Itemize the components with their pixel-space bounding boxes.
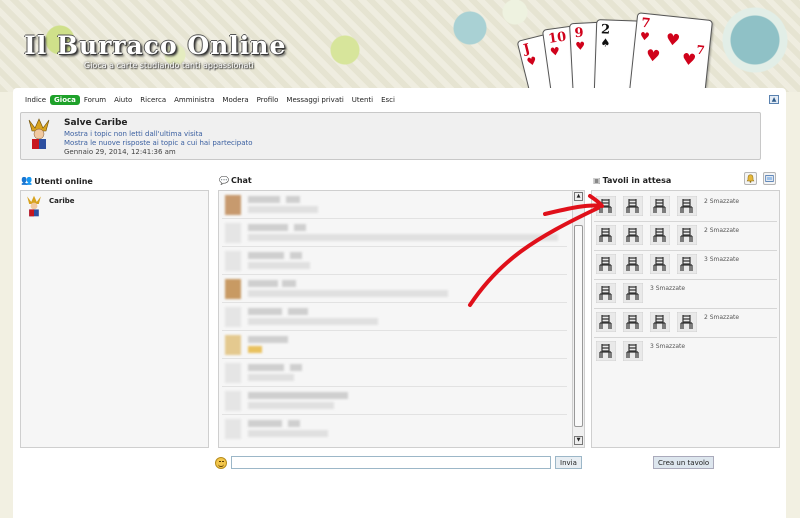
- new-replies-link[interactable]: Mostra le nuove risposte ai topic a cui …: [64, 139, 253, 148]
- nav-gioca[interactable]: Gioca: [50, 95, 80, 105]
- chat-bubble-icon: 💬: [219, 176, 229, 185]
- table-rounds-label: 2 Smazzate: [704, 314, 740, 321]
- arrow-up-icon: ▲: [576, 193, 581, 199]
- chat-input-bar: Invia: [215, 456, 582, 469]
- welcome-box: Salve Caribe Mostra i topic non letti da…: [20, 112, 761, 160]
- chat-message: [222, 277, 567, 303]
- main-nav: Indice Gioca Forum Aiuto Ricerca Amminis…: [21, 94, 399, 106]
- unread-topics-link[interactable]: Mostra i topic non letti dall'ultima vis…: [64, 130, 253, 139]
- chat-message-input[interactable]: [231, 456, 551, 469]
- waiting-table-row[interactable]: 2 Smazzate: [594, 222, 777, 251]
- online-user-name: Caribe: [49, 197, 75, 205]
- chair-icon[interactable]: [623, 283, 643, 303]
- nav-esci[interactable]: Esci: [377, 95, 399, 105]
- site-title[interactable]: Il Burraco Online: [24, 31, 286, 60]
- site-tagline: Gioca a carte studiando tanti appassiona…: [84, 61, 254, 70]
- card-seven: 7 ♥ ♥ ♥ ♥ 7: [629, 12, 713, 92]
- smiley-icon[interactable]: [215, 456, 227, 469]
- nav-profilo[interactable]: Profilo: [253, 95, 283, 105]
- users-icon: 👥: [21, 176, 33, 186]
- create-table-button[interactable]: Crea un tavolo: [653, 456, 715, 469]
- table-rounds-label: 2 Smazzate: [704, 227, 740, 234]
- nav-messaggi-privati[interactable]: Messaggi privati: [282, 95, 347, 105]
- chair-icon[interactable]: [623, 225, 643, 245]
- chair-icon[interactable]: [677, 254, 697, 274]
- chair-icon[interactable]: [677, 312, 697, 332]
- chat-message: [222, 361, 567, 387]
- user-avatar-icon: [27, 195, 41, 217]
- waiting-table-row[interactable]: 3 Smazzate: [594, 338, 777, 367]
- chat-message: [222, 417, 567, 443]
- users-online-header: 👥 Utenti online: [21, 176, 93, 186]
- chair-icon[interactable]: [623, 341, 643, 361]
- chat-title: Chat: [230, 176, 252, 185]
- waiting-tables-header: ▣ Tavoli in attesa: [593, 176, 671, 185]
- waiting-tables-title: Tavoli in attesa: [602, 176, 672, 185]
- waiting-table-row[interactable]: 2 Smazzate: [594, 309, 777, 338]
- playing-cards-decoration: J ♥ 10 ♥ 9 ♥ 2 ♠ 7 ♥ ♥ ♥ ♥ 7: [516, 12, 755, 92]
- chair-icon[interactable]: [650, 196, 670, 216]
- table-rounds-label: 2 Smazzate: [704, 198, 740, 205]
- chair-icon[interactable]: [677, 225, 697, 245]
- chair-icon[interactable]: [596, 196, 616, 216]
- chat-message: [222, 333, 567, 359]
- table-rounds-label: 3 Smazzate: [650, 343, 686, 350]
- fullscreen-button[interactable]: [763, 172, 776, 185]
- nav-utenti[interactable]: Utenti: [348, 95, 377, 105]
- welcome-greeting: Salve Caribe: [64, 118, 128, 128]
- arrow-down-icon: ▼: [576, 437, 581, 443]
- chair-icon[interactable]: [623, 254, 643, 274]
- users-online-title: Utenti online: [34, 176, 93, 186]
- nav-ricerca[interactable]: Ricerca: [136, 95, 170, 105]
- current-date: Gennaio 29, 2014, 12:41:36 am: [64, 148, 176, 156]
- scroll-thumb[interactable]: [574, 225, 583, 427]
- chat-log: ▲ ▼: [218, 190, 585, 448]
- waiting-table-row[interactable]: 3 Smazzate: [594, 251, 777, 280]
- chat-message: [222, 249, 567, 275]
- notification-bell-button[interactable]: [744, 172, 757, 185]
- chair-icon[interactable]: [623, 312, 643, 332]
- chat-message: [222, 389, 567, 415]
- scroll-up-button[interactable]: ▲: [574, 192, 583, 201]
- bell-icon: [746, 174, 755, 183]
- chat-message: [222, 305, 567, 331]
- chair-icon[interactable]: [650, 225, 670, 245]
- nav-forum[interactable]: Forum: [80, 95, 110, 105]
- waiting-table-row[interactable]: 3 Smazzate: [594, 280, 777, 309]
- collapse-header-button[interactable]: ▲: [769, 95, 779, 104]
- nav-amministra[interactable]: Amministra: [170, 95, 218, 105]
- chair-icon[interactable]: [650, 254, 670, 274]
- user-list-item[interactable]: Caribe: [25, 195, 74, 217]
- nav-modera[interactable]: Modera: [218, 95, 252, 105]
- chair-icon[interactable]: [596, 312, 616, 332]
- chair-icon[interactable]: [650, 312, 670, 332]
- nav-aiuto[interactable]: Aiuto: [110, 95, 136, 105]
- chair-icon[interactable]: [623, 196, 643, 216]
- users-online-list: Caribe: [20, 190, 209, 448]
- nav-indice[interactable]: Indice: [21, 95, 50, 105]
- chair-icon[interactable]: [677, 196, 697, 216]
- chevron-up-icon: ▲: [771, 96, 777, 103]
- user-avatar-jester: [28, 118, 50, 149]
- chair-icon[interactable]: [596, 283, 616, 303]
- chair-icon[interactable]: [596, 341, 616, 361]
- table-rounds-label: 3 Smazzate: [650, 285, 686, 292]
- site-header: Il Burraco Online Gioca a carte studiand…: [0, 0, 800, 92]
- chair-icon[interactable]: [596, 254, 616, 274]
- waiting-tables-list: 2 Smazzate 2 Smazzate 3 Smazzate 3 Smazz…: [591, 190, 780, 448]
- send-button[interactable]: Invia: [555, 456, 582, 469]
- main-panel: Indice Gioca Forum Aiuto Ricerca Amminis…: [13, 88, 786, 518]
- table-rounds-label: 3 Smazzate: [704, 256, 740, 263]
- table-icon: ▣: [593, 176, 601, 185]
- scroll-down-button[interactable]: ▼: [574, 436, 583, 445]
- chat-message: [222, 221, 567, 247]
- chat-scrollbar[interactable]: ▲ ▼: [572, 191, 584, 447]
- waiting-table-row[interactable]: 2 Smazzate: [594, 193, 777, 222]
- fullscreen-icon: [765, 175, 774, 182]
- chair-icon[interactable]: [596, 225, 616, 245]
- chat-message: [222, 193, 567, 219]
- chat-header: 💬 Chat: [219, 176, 252, 185]
